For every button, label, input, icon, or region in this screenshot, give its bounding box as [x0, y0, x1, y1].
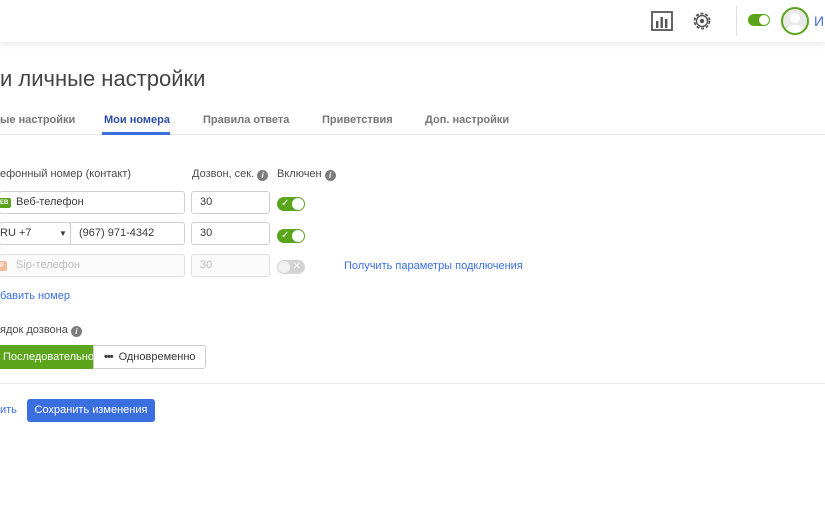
enabled-toggle-2[interactable]: ✓ — [277, 229, 305, 243]
divider — [0, 383, 825, 384]
save-button[interactable]: Сохранить изменения — [27, 399, 155, 422]
bar-chart-icon[interactable] — [650, 9, 674, 33]
active-tab-indicator — [102, 132, 170, 135]
user-icon — [786, 13, 804, 33]
user-name-initial[interactable]: И — [814, 13, 824, 29]
tab-greetings[interactable]: Приветствия — [322, 114, 393, 126]
sip-badge: Р — [0, 261, 8, 271]
tabs: ые настройки Мои номера Правила ответа П… — [0, 106, 825, 135]
gear-icon[interactable] — [690, 9, 714, 33]
simultaneous-option[interactable]: ••• Одновременно — [93, 345, 206, 369]
dial-column-label: Дозвон, сек. i — [192, 168, 269, 181]
info-icon[interactable]: i — [257, 170, 269, 181]
dial-order-label: ядок дозвона i — [0, 324, 82, 337]
add-number-link[interactable]: бавить номер — [0, 290, 70, 302]
get-connection-params-link[interactable]: Получить параметры подключения — [344, 260, 523, 272]
tab-my-numbers[interactable]: Мои номера — [104, 114, 170, 126]
caret-down-icon: ▼ — [59, 229, 67, 238]
enabled-column-label: Включен i — [277, 168, 336, 181]
enabled-toggle-1[interactable]: ✓ — [277, 197, 305, 211]
sip-phone-field[interactable]: Р Sip-телефон — [0, 254, 185, 277]
info-icon[interactable]: i — [70, 326, 82, 337]
check-icon: ✓ — [281, 198, 290, 209]
cancel-link[interactable]: ить — [0, 404, 17, 416]
x-icon: ✕ — [292, 261, 301, 272]
info-icon[interactable]: i — [324, 170, 336, 181]
country-code-select[interactable]: RU +7 ▼ — [0, 222, 71, 245]
dots-icon: ••• — [104, 351, 114, 363]
tab-extra-settings[interactable]: Доп. настройки — [425, 114, 509, 126]
sequential-option[interactable]: Последовательно — [0, 345, 94, 369]
dial-seconds-input-2[interactable]: 30 — [191, 222, 270, 245]
enabled-toggle-3[interactable]: ✕ — [277, 260, 305, 274]
header-divider — [736, 6, 737, 36]
tab-personal-settings[interactable]: ые настройки — [0, 114, 75, 126]
avatar[interactable] — [781, 7, 809, 35]
page-title: и личные настройки — [0, 66, 206, 91]
dial-seconds-input-1[interactable]: 30 — [191, 191, 270, 214]
tab-answer-rules[interactable]: Правила ответа — [203, 114, 289, 126]
top-bar: И — [0, 0, 825, 42]
phone-number-input[interactable]: (967) 971-4342 — [70, 222, 185, 245]
online-toggle[interactable] — [748, 14, 770, 26]
web-phone-field[interactable]: ЕВ Веб-телефон — [0, 191, 185, 214]
dial-seconds-input-3[interactable]: 30 — [191, 254, 270, 277]
web-badge: ЕВ — [0, 198, 12, 208]
check-icon: ✓ — [281, 230, 290, 241]
phone-column-label: ефонный номер (контакт) — [0, 168, 132, 180]
